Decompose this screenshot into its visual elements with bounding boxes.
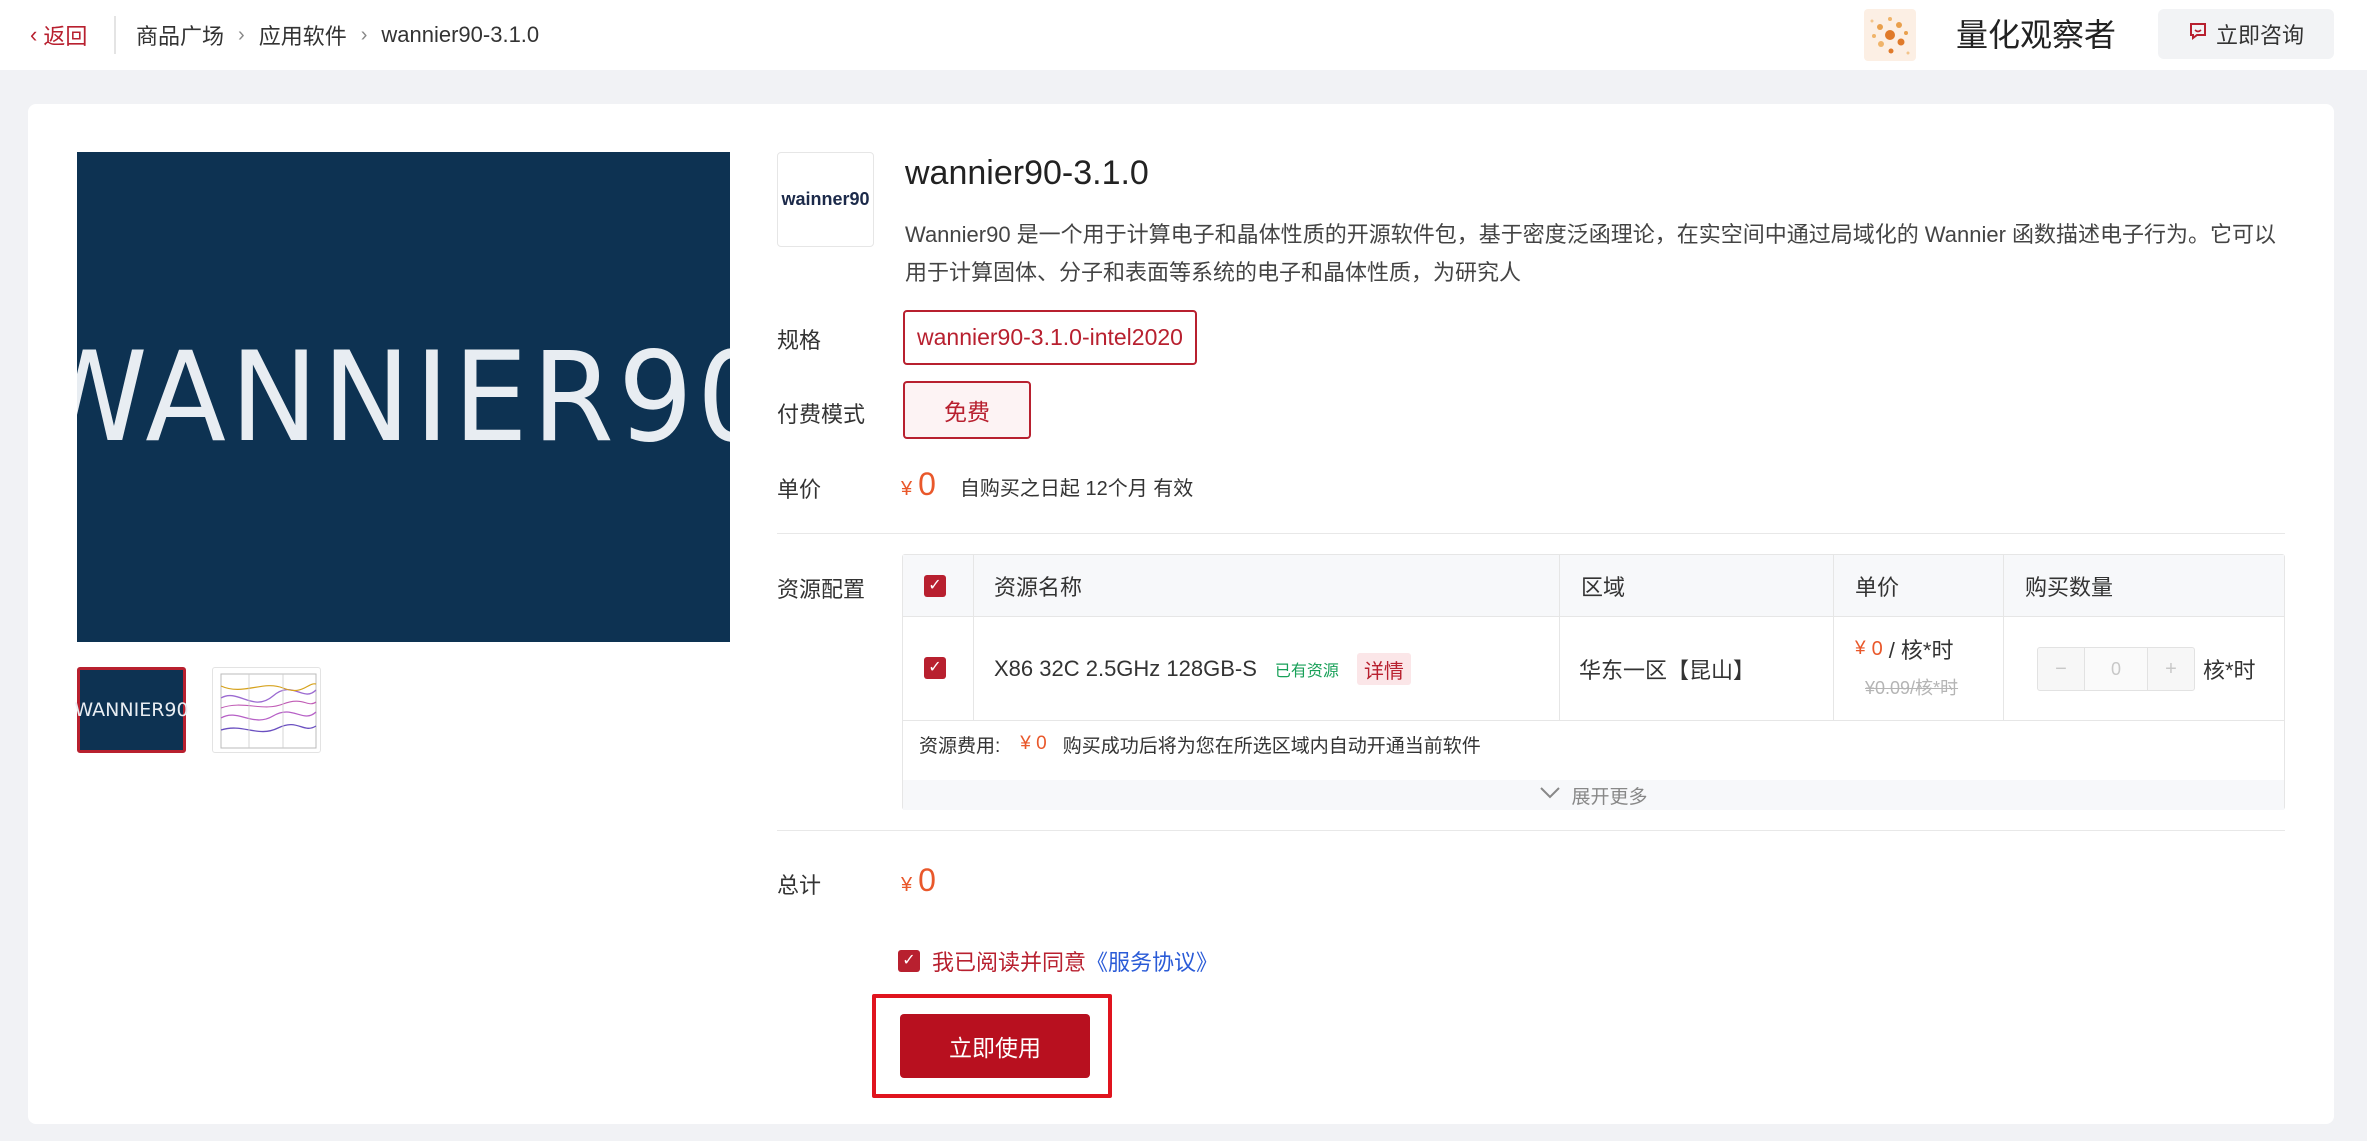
agreement: ✓ 我已阅读并同意《服务协议》 xyxy=(898,946,1218,976)
col-header-price: 单价 xyxy=(1855,575,1900,600)
divider xyxy=(777,533,2285,534)
unit-price-label: 单价 xyxy=(777,477,822,502)
product-description: Wannier90 是一个用于计算电子和晶体性质的开源软件包，基于密度泛函理论，… xyxy=(905,222,2277,285)
total-label: 总计 xyxy=(777,873,822,898)
top-bar: ‹ 返回 商品广场 › 应用软件 › wannier90-3.1.0 量化观察者… xyxy=(0,0,2367,70)
breadcrumb-item-market[interactable]: 商品广场 xyxy=(136,19,224,51)
consult-button[interactable]: 立即咨询 xyxy=(2158,9,2334,59)
row-checkbox[interactable]: ✓ xyxy=(924,657,946,679)
thumbnail-1[interactable]: WANNIER90 xyxy=(74,667,189,753)
spec-label: 规格 xyxy=(777,328,822,353)
spec-option[interactable]: wannier90-3.1.0-intel2020 xyxy=(903,310,1197,365)
breadcrumb-item-current: wannier90-3.1.0 xyxy=(381,22,540,47)
total-currency: ¥ xyxy=(901,874,913,896)
brand-logo-icon xyxy=(1864,9,1916,61)
total-value: 0 xyxy=(918,862,936,898)
chat-icon xyxy=(2188,21,2208,47)
agreement-checkbox[interactable]: ✓ xyxy=(898,950,920,972)
unit-price-value: 0 xyxy=(918,466,936,502)
total-price: ¥ 0 xyxy=(901,862,936,899)
expand-label: 展开更多 xyxy=(1571,786,1648,808)
quantity-input[interactable]: 0 xyxy=(2084,648,2148,690)
use-now-button[interactable]: 立即使用 xyxy=(900,1014,1090,1078)
row-price-unit: / 核*时 xyxy=(1888,638,1954,663)
col-header-name: 资源名称 xyxy=(994,575,1083,600)
expand-more-button[interactable]: 展开更多 xyxy=(903,780,2284,810)
product-logo: wainner90 xyxy=(777,152,874,247)
detail-button[interactable]: 详情 xyxy=(1356,653,1411,685)
fee-label: 资源费用: xyxy=(919,735,1001,757)
chevron-left-icon: ‹ xyxy=(30,22,38,47)
main-image-text: WANNIER90 xyxy=(77,324,730,470)
agreement-text: 我已阅读并同意《服务协议》 xyxy=(932,950,1219,975)
pay-mode-option-free[interactable]: 免费 xyxy=(903,381,1031,439)
breadcrumb: 商品广场 › 应用软件 › wannier90-3.1.0 xyxy=(136,18,539,52)
table-header: ✓ 资源名称 区域 单价 购买数量 xyxy=(903,555,2284,617)
increment-button[interactable]: + xyxy=(2148,648,2194,690)
chevron-down-icon xyxy=(1539,784,1561,806)
chevron-right-icon: › xyxy=(238,23,245,46)
thumb-text: WANNIER90 xyxy=(74,699,189,721)
table-row: ✓ X86 32C 2.5GHz 128GB-S 已有资源 详情 华东一区【昆山… xyxy=(903,617,2284,721)
unit-price: ¥ 0 自购买之日起 12个月 有效 xyxy=(901,466,1193,506)
brand-name: 量化观察者 xyxy=(1956,17,2117,53)
resource-config-label: 资源配置 xyxy=(777,577,866,602)
thumbnail-2[interactable] xyxy=(212,667,321,753)
resource-table: ✓ 资源名称 区域 单价 购买数量 ✓ X86 32C 2.5GHz 128GB… xyxy=(902,554,2285,810)
owned-resource-tag: 已有资源 xyxy=(1274,663,1339,680)
breadcrumb-item-apps[interactable]: 应用软件 xyxy=(259,19,347,51)
back-label: 返回 xyxy=(43,24,88,49)
divider xyxy=(777,830,2285,831)
product-title: wannier90-3.1.0 xyxy=(905,154,1149,192)
currency-symbol: ¥ xyxy=(901,478,913,500)
select-all-checkbox[interactable]: ✓ xyxy=(924,575,946,597)
original-price: ¥0.09/核*时 xyxy=(1865,678,1959,698)
fee-value: ¥ 0 xyxy=(1020,733,1047,754)
col-header-quantity: 购买数量 xyxy=(2025,575,2114,600)
col-header-region: 区域 xyxy=(1581,575,1626,600)
consult-label: 立即咨询 xyxy=(2215,23,2304,48)
chevron-right-icon: › xyxy=(360,23,368,46)
band-structure-thumbnail-icon xyxy=(220,673,317,749)
resource-name: X86 32C 2.5GHz 128GB-S xyxy=(994,656,1257,681)
row-currency: ¥ xyxy=(1855,638,1866,659)
divider xyxy=(114,16,116,54)
validity-text: 自购买之日起 12个月 有效 xyxy=(959,478,1194,500)
quantity-unit: 核*时 xyxy=(2203,658,2256,683)
quantity-stepper[interactable]: − 0 + xyxy=(2037,647,2195,691)
region-value: 华东一区【昆山】 xyxy=(1579,658,1756,683)
resource-fee: 资源费用: ¥ 0 购买成功后将为您在所选区域内自动开通当前软件 xyxy=(919,729,1481,759)
service-agreement-link[interactable]: 《服务协议》 xyxy=(1086,950,1218,975)
row-price-value: 0 xyxy=(1871,637,1883,660)
decrement-button[interactable]: − xyxy=(2038,648,2084,690)
fee-note: 购买成功后将为您在所选区域内自动开通当前软件 xyxy=(1062,735,1481,757)
product-main-image: WANNIER90 xyxy=(77,152,730,642)
pay-mode-label: 付费模式 xyxy=(777,402,866,427)
back-button[interactable]: ‹ 返回 xyxy=(30,18,87,52)
